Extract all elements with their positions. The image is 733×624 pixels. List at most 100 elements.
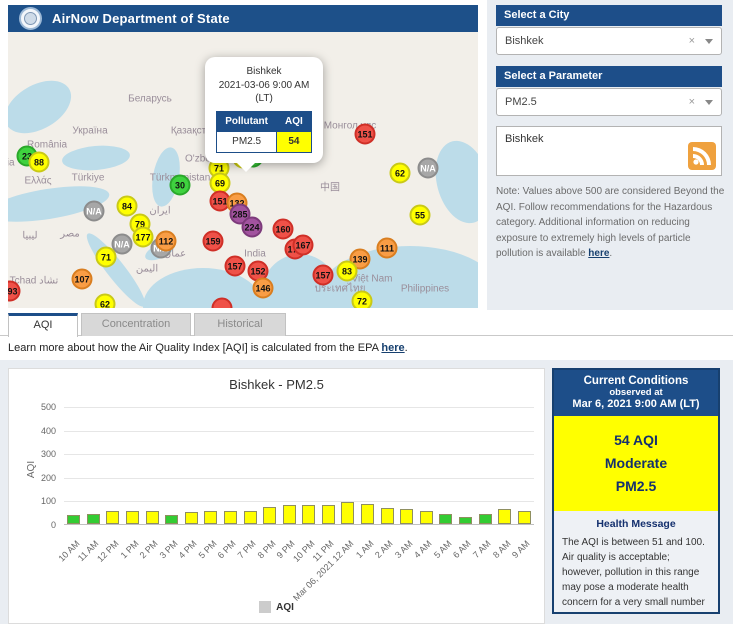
- aqi-map-marker[interactable]: 84: [116, 195, 138, 217]
- page-title: AirNow Department of State: [52, 11, 230, 26]
- dos-seal-icon: [19, 7, 42, 30]
- clear-city-icon[interactable]: ×: [689, 35, 695, 47]
- conditions-aqi-box: 54 AQI Moderate PM2.5: [554, 416, 718, 512]
- chart-bar[interactable]: [204, 511, 218, 524]
- chart-bar[interactable]: [341, 502, 355, 524]
- chart-ytick-label: 0: [50, 520, 56, 530]
- chevron-down-icon[interactable]: [705, 99, 713, 105]
- map-label: Türkiye: [71, 172, 105, 184]
- conditions-category: Moderate: [604, 455, 668, 472]
- aqi-map-marker[interactable]: 72: [351, 290, 373, 308]
- chart-xtick-label: 1 AM: [353, 538, 376, 561]
- chart-gridline: [64, 501, 534, 503]
- chart-bar[interactable]: [165, 515, 179, 524]
- aqi-map-marker[interactable]: 167: [292, 234, 314, 256]
- learn-more-here-link[interactable]: here: [381, 342, 404, 354]
- legend-label: AQI: [276, 601, 294, 613]
- map-label: ايران: [149, 205, 171, 217]
- chart-bar[interactable]: [321, 505, 335, 524]
- chart-bar[interactable]: [126, 511, 140, 524]
- aqi-map-marker[interactable]: 55: [409, 204, 431, 226]
- aqi-map-marker[interactable]: 62: [389, 162, 411, 184]
- parameter-select-value: PM2.5: [505, 96, 537, 108]
- chart-xtick-label: 7 AM: [470, 538, 493, 561]
- aqi-map-marker[interactable]: 159: [202, 230, 224, 252]
- aqi-map-marker[interactable]: 160: [272, 218, 294, 240]
- chart-bar[interactable]: [67, 515, 81, 524]
- chart-xtick-label: 7 PM: [235, 538, 258, 561]
- chart-bar[interactable]: [380, 508, 394, 524]
- chart-ytick-label: 500: [40, 402, 56, 412]
- conditions-title: Current Conditions: [583, 375, 689, 387]
- aqi-map-marker[interactable]: 151: [354, 123, 376, 145]
- chart-gridline: [64, 407, 534, 408]
- chart-gridline: [64, 477, 534, 479]
- note-here-link[interactable]: here: [588, 248, 609, 259]
- aqi-map-marker[interactable]: 111: [376, 237, 398, 259]
- city-select[interactable]: Bishkek ×: [496, 27, 722, 55]
- popup-table: Pollutant AQI PM2.5 54: [216, 110, 312, 153]
- map-label: Ελλάς: [24, 175, 52, 187]
- aqi-map-marker[interactable]: 107: [71, 268, 93, 290]
- chart-bar[interactable]: [145, 511, 159, 524]
- parameter-select[interactable]: PM2.5 ×: [496, 88, 722, 116]
- chart-bar[interactable]: [184, 512, 198, 524]
- tab-historical[interactable]: Historical: [194, 313, 286, 336]
- chart-bar[interactable]: [263, 507, 277, 524]
- map-label: Беларусь: [128, 93, 172, 105]
- popup-city: Bishkek: [246, 66, 282, 77]
- chart-bar[interactable]: [243, 511, 257, 524]
- chart-legend[interactable]: AQI: [9, 601, 544, 613]
- aqi-map-marker[interactable]: 112: [155, 230, 177, 252]
- chart-bar[interactable]: [361, 504, 375, 524]
- chart-bar[interactable]: [86, 514, 100, 524]
- rss-icon[interactable]: [688, 142, 716, 170]
- chart-xtick-label: 2 PM: [137, 538, 160, 561]
- learn-more-text: Learn more about how the Air Quality Ind…: [8, 342, 408, 354]
- learn-more-body: Learn more about how the Air Quality Ind…: [8, 342, 382, 354]
- aqi-map-marker[interactable]: 88: [28, 151, 50, 173]
- aqi-chart: Bishkek - PM2.5 AQI 0 100 200 300 400 500 10 …: [8, 368, 545, 624]
- conditions-pollutant: PM2.5: [615, 478, 657, 495]
- aqi-map-marker[interactable]: N/A: [83, 200, 105, 222]
- chart-bar[interactable]: [419, 511, 433, 524]
- chart-bar[interactable]: [302, 505, 316, 524]
- chart-bar[interactable]: [400, 509, 414, 524]
- chart-bar[interactable]: [282, 505, 296, 524]
- conditions-subtitle: observed at: [609, 387, 663, 398]
- chart-bar[interactable]: [223, 511, 237, 524]
- chart-ytick-label: 200: [40, 472, 56, 483]
- city-feed-box: Bishkek: [496, 126, 722, 176]
- note-suffix: .: [609, 248, 613, 259]
- chart-bar[interactable]: [478, 514, 492, 524]
- aqi-map-marker[interactable]: 30: [169, 174, 191, 196]
- tab-concentration[interactable]: Concentration: [81, 313, 191, 336]
- aqi-map-marker[interactable]: 71: [95, 246, 117, 268]
- city-select-value: Bishkek: [505, 35, 544, 47]
- aqi-map-marker[interactable]: 157: [312, 264, 334, 286]
- chart-bar[interactable]: [106, 511, 120, 524]
- conditions-aqi-value: 54 AQI: [614, 432, 658, 448]
- chevron-down-icon[interactable]: [705, 38, 713, 44]
- aqi-map-marker[interactable]: 83: [336, 260, 358, 282]
- clear-parameter-icon[interactable]: ×: [689, 96, 695, 108]
- chart-gridline: [64, 454, 534, 456]
- aqi-map-marker[interactable]: 146: [252, 277, 274, 299]
- chart-bar[interactable]: [439, 514, 453, 524]
- conditions-header: Current Conditions observed at Mar 6, 20…: [554, 370, 718, 416]
- tab-aqi[interactable]: AQI: [8, 313, 78, 337]
- chart-bar[interactable]: [498, 509, 512, 524]
- popup-aqi-value: 54: [276, 131, 312, 153]
- app-header: AirNow Department of State: [8, 5, 478, 32]
- aqi-map-marker[interactable]: 224: [241, 216, 263, 238]
- popup-pollutant-value: PM2.5: [216, 131, 277, 153]
- chart-xtick-label: 8 PM: [255, 538, 278, 561]
- chart-bar[interactable]: [517, 511, 531, 524]
- chart-xtick-label: 5 AM: [431, 538, 454, 561]
- aqi-map-marker[interactable]: 62: [94, 293, 116, 308]
- aqi-map-marker[interactable]: N/A: [417, 157, 439, 179]
- aqi-map-marker[interactable]: 157: [224, 255, 246, 277]
- aqi-map[interactable]: БеларусьУкраїнаRomâniaItaliaΕλλάςTürkiye…: [8, 32, 478, 308]
- chart-xtick-label: 1 PM: [118, 538, 141, 561]
- chart-bar[interactable]: [458, 517, 472, 524]
